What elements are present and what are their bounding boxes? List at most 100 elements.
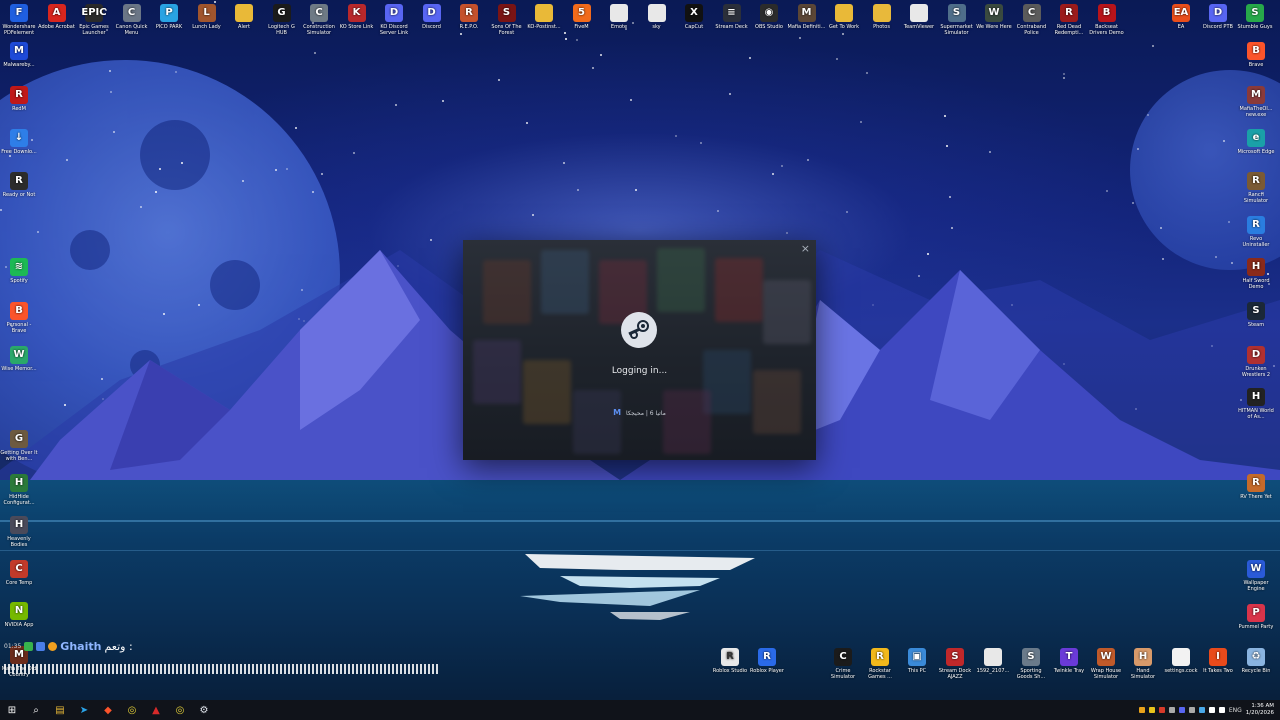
desktop-shortcut[interactable]: K KO Store Link: [338, 4, 376, 30]
language-indicator[interactable]: ENG: [1229, 707, 1242, 714]
desktop-shortcut[interactable]: ♻ Recycle Bin: [1237, 648, 1275, 674]
wifi-icon[interactable]: [1208, 707, 1215, 713]
desktop-shortcut[interactable]: S Sporting Goods Sh...: [1012, 648, 1050, 680]
desktop-shortcut[interactable]: e Microsoft Edge: [1237, 129, 1275, 155]
desktop-shortcut[interactable]: C Contraband Police: [1013, 4, 1051, 36]
telegram-icon[interactable]: ➤: [72, 700, 96, 720]
windows-start-icon[interactable]: ⊞: [0, 700, 24, 720]
tray-icon[interactable]: [1138, 707, 1145, 713]
desktop-shortcut[interactable]: N NVIDIA App: [0, 602, 38, 628]
desktop-shortcut[interactable]: D Drunken Wrestlers 2: [1237, 346, 1275, 378]
brave-icon: B: [10, 302, 28, 320]
desktop-shortcut[interactable]: 5 FiveM: [563, 4, 601, 30]
desktop-shortcut[interactable]: C Construction Simulator: [300, 4, 338, 36]
desktop-shortcut[interactable]: H Half Sword Demo: [1237, 258, 1275, 290]
desktop-shortcut[interactable]: W Wise Memor...: [0, 346, 38, 372]
desktop-shortcut[interactable]: EA EA: [1162, 4, 1200, 30]
desktop-shortcut[interactable]: B Brave: [1237, 42, 1275, 68]
desktop-shortcut[interactable]: ≋ Spotify: [0, 258, 38, 284]
tray-icon[interactable]: [1188, 707, 1195, 713]
desktop-shortcut[interactable]: D Discord PTB: [1199, 4, 1237, 30]
desktop-shortcut[interactable]: R R.E.P.O.: [450, 4, 488, 30]
desktop-shortcut[interactable]: ≡ Stream Deck: [713, 4, 751, 30]
desktop-shortcut[interactable]: S Stumble Guys: [1236, 4, 1274, 30]
desktop-shortcut[interactable]: B Personal - Brave: [0, 302, 38, 334]
desktop-shortcut[interactable]: D KO Discord Server Link: [375, 4, 413, 36]
desktop-shortcut[interactable]: F Wondershare PDFelement: [0, 4, 38, 36]
desktop-shortcut[interactable]: R Roblox Player: [748, 648, 786, 674]
tray-icon[interactable]: [1178, 707, 1185, 713]
red-app-icon[interactable]: ▲: [144, 700, 168, 720]
desktop-shortcut[interactable]: ↓ Free Downlo...: [0, 129, 38, 155]
desktop-shortcut[interactable]: H HITMAN World of As...: [1237, 388, 1275, 420]
tray-icon[interactable]: [1198, 707, 1205, 713]
desktop-shortcut[interactable]: I It Takes Two: [1199, 648, 1237, 674]
desktop-shortcut[interactable]: B Backseat Drivers Demo: [1088, 4, 1126, 36]
desktop-shortcut[interactable]: Alert: [225, 4, 263, 30]
desktop-shortcut[interactable]: H Hand Simulator: [1124, 648, 1162, 680]
tray-icon[interactable]: [1168, 707, 1175, 713]
tray-icon[interactable]: [1158, 707, 1165, 713]
desktop-shortcut[interactable]: H HidHide Configurat...: [0, 474, 38, 506]
desktop-shortcut[interactable]: Emote: [600, 4, 638, 30]
shortcut-label: Personal - Brave: [6, 322, 32, 334]
desktop-shortcut[interactable]: S Supermarket Simulator: [938, 4, 976, 36]
steam-icon[interactable]: ⚙: [192, 700, 216, 720]
desktop-shortcut[interactable]: M Mafia Definiti...: [788, 4, 826, 30]
desktop-shortcut[interactable]: R Red Dead Redempti...: [1050, 4, 1088, 36]
desktop-shortcut[interactable]: X CapCut: [675, 4, 713, 30]
desktop-shortcut[interactable]: R RV There Yet: [1237, 474, 1275, 500]
desktop-shortcut[interactable]: R Revo Uninstaller: [1237, 216, 1275, 248]
desktop-shortcut[interactable]: S Stream Dock AJAZZ: [936, 648, 974, 680]
moon-reflection: [520, 554, 755, 620]
chrome-icon[interactable]: ◎: [168, 700, 192, 720]
desktop-shortcut[interactable]: W Wrap House Simulator: [1087, 648, 1125, 680]
search-icon[interactable]: ⌕: [24, 700, 48, 720]
spotify-icon: ≋: [10, 258, 28, 276]
brave-icon[interactable]: ◆: [96, 700, 120, 720]
desktop-shortcut[interactable]: P PICO PARK: [150, 4, 188, 30]
desktop-shortcut[interactable]: KO-Postinst...: [525, 4, 563, 30]
hitman-icon: H: [1247, 388, 1265, 406]
dialog-close-button[interactable]: ×: [801, 242, 810, 255]
desktop-shortcut[interactable]: ▣ This PC: [898, 648, 936, 674]
desktop-shortcut[interactable]: S Sons Of The Forest: [488, 4, 526, 36]
desktop-shortcut[interactable]: G Getting Over It with Ben...: [0, 430, 38, 462]
tray-icon[interactable]: [1148, 707, 1155, 713]
desktop-shortcut[interactable]: L Lunch Lady: [188, 4, 226, 30]
desktop-shortcut[interactable]: R Rockstar Games ...: [861, 648, 899, 680]
ready-or-not-icon: R: [10, 172, 28, 190]
file-explorer-icon[interactable]: ▤: [48, 700, 72, 720]
desktop-shortcut[interactable]: C Crime Simulator: [824, 648, 862, 680]
desktop-shortcut[interactable]: M Malwareby...: [0, 42, 38, 68]
shortcut-label: Twinkle Tray: [1053, 668, 1085, 674]
desktop-shortcut[interactable]: 1592_2107...: [974, 648, 1012, 674]
desktop-shortcut[interactable]: M MafiaTheOl... new.exe: [1237, 86, 1275, 118]
chrome-icon[interactable]: ◎: [120, 700, 144, 720]
desktop-shortcut[interactable]: H Heavenly Bodies: [0, 516, 38, 548]
desktop-shortcut[interactable]: R RedM: [0, 86, 38, 112]
desktop-shortcut[interactable]: Photos: [863, 4, 901, 30]
desktop-shortcut[interactable]: sky: [638, 4, 676, 30]
desktop-shortcut[interactable]: A Adobe Acrobat: [38, 4, 76, 30]
desktop-shortcut[interactable]: D Discord: [413, 4, 451, 30]
desktop-shortcut[interactable]: Get To Work: [825, 4, 863, 30]
desktop-shortcut[interactable]: C Core Temp: [0, 560, 38, 586]
desktop-shortcut[interactable]: T Twinkle Tray: [1050, 648, 1088, 674]
taskbar-clock[interactable]: 1:36 AM 1/20/2026: [1246, 703, 1274, 717]
desktop-shortcut[interactable]: settings.cock: [1162, 648, 1200, 674]
desktop-shortcut[interactable]: R Ready or Not: [0, 172, 38, 198]
desktop-shortcut[interactable]: R Ranch Simulator: [1237, 172, 1275, 204]
desktop-shortcut[interactable]: W Wallpaper Engine: [1237, 560, 1275, 592]
shortcut-label: FiveM: [574, 24, 589, 30]
volume-icon[interactable]: [1218, 707, 1225, 713]
desktop-shortcut[interactable]: P Pummel Party: [1237, 604, 1275, 630]
desktop-shortcut[interactable]: S Steam: [1237, 302, 1275, 328]
desktop-shortcut[interactable]: C Canon Quick Menu: [113, 4, 151, 36]
desktop-shortcut[interactable]: ◉ OBS Studio: [750, 4, 788, 30]
desktop-shortcut[interactable]: R Roblox Studio: [711, 648, 749, 674]
desktop-shortcut[interactable]: G Logitech G HUB: [263, 4, 301, 36]
desktop-shortcut[interactable]: EPIC Epic Games Launcher: [75, 4, 113, 36]
desktop-shortcut[interactable]: TeamViewer: [900, 4, 938, 30]
desktop-shortcut[interactable]: W We Were Here: [975, 4, 1013, 30]
